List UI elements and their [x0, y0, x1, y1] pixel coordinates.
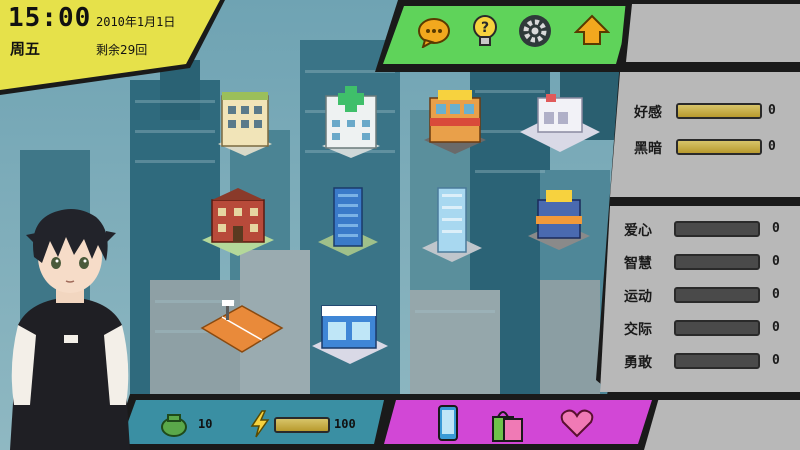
wisdom-value: 0	[772, 254, 780, 269]
building-skyscraper[interactable]	[420, 184, 484, 264]
social-bar	[674, 320, 760, 336]
attr-label-courage: 勇敢	[624, 355, 652, 371]
energy-bar-fill	[276, 419, 328, 431]
affection-bar	[676, 103, 762, 119]
courage-bar	[674, 353, 760, 369]
chat-bubble-icon[interactable]	[417, 16, 451, 48]
building-office-tower[interactable]	[316, 184, 380, 258]
energy-bar	[274, 417, 330, 433]
wisdom-bar	[674, 254, 760, 270]
hint-lightbulb-icon[interactable]: ?	[470, 13, 500, 49]
building-school[interactable]	[200, 186, 276, 258]
love-bar	[674, 221, 760, 237]
building-restaurant[interactable]	[420, 84, 490, 156]
relation-label-darkness: 黑暗	[634, 141, 662, 157]
sport-bar	[674, 287, 760, 303]
player-character	[10, 209, 130, 450]
attr-label-sport: 运动	[624, 289, 652, 305]
heart-icon[interactable]	[560, 408, 594, 438]
building-convenience-store[interactable]	[310, 296, 390, 366]
energy-lightning-icon	[250, 410, 270, 438]
social-value: 0	[772, 320, 780, 335]
money-bag-icon	[161, 414, 187, 437]
attr-label-love: 爱心	[624, 223, 652, 239]
energy-value: 100	[334, 417, 356, 431]
building-basketball-court[interactable]	[198, 298, 286, 358]
relation-label-affection: 好感	[634, 105, 662, 121]
building-warehouse[interactable]	[518, 92, 602, 156]
attr-label-wisdom: 智慧	[624, 256, 652, 272]
building-apartment[interactable]	[210, 84, 280, 159]
weekday: 周五	[10, 40, 41, 58]
phone-icon[interactable]	[437, 404, 459, 442]
affection-bar-fill	[678, 105, 760, 117]
sport-value: 0	[772, 287, 780, 302]
affection-value: 0	[768, 103, 776, 118]
money-value: 10	[198, 417, 213, 431]
remaining-turns: 剩余29回	[96, 43, 148, 57]
darkness-bar	[676, 139, 762, 155]
building-shop[interactable]	[526, 186, 592, 252]
darkness-value: 0	[768, 139, 776, 154]
courage-value: 0	[772, 353, 780, 368]
building-hospital[interactable]	[318, 82, 384, 160]
svg-text:?: ?	[481, 20, 489, 36]
clock-time: 15:00	[8, 3, 92, 33]
attr-label-social: 交际	[624, 322, 652, 338]
settings-gear-icon[interactable]	[518, 14, 552, 48]
clock-date: 2010年1月1日	[96, 15, 176, 29]
shopping-bag-icon[interactable]	[490, 405, 526, 443]
love-value: 0	[772, 221, 780, 236]
darkness-bar-fill	[678, 141, 760, 153]
